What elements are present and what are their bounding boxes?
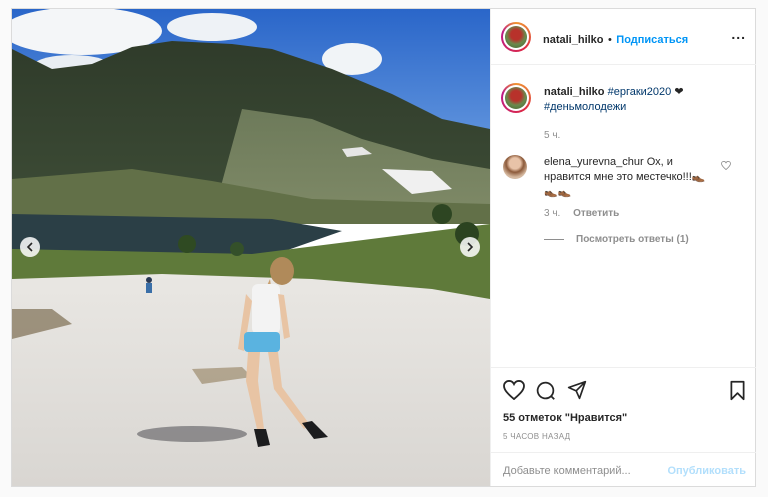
post-timestamp[interactable]: 5 ЧАСОВ НАЗАД	[503, 432, 570, 441]
action-icons	[503, 380, 748, 404]
hashtag-link[interactable]: #ергаки2020	[608, 86, 672, 98]
hashtag-link[interactable]: #деньмолодежи	[544, 101, 626, 113]
chevron-right-icon	[467, 242, 474, 252]
follow-button[interactable]: Подписаться	[616, 34, 688, 46]
post-card: natali_hilko • Подписаться ... natali_hi…	[11, 8, 756, 487]
caption-time[interactable]: 5 ч.	[544, 128, 744, 143]
more-options-button[interactable]: ...	[731, 26, 746, 42]
view-replies-label: Посмотреть ответы (1)	[576, 234, 689, 245]
caption-author[interactable]: natali_hilko	[544, 86, 605, 98]
comment: elena_yurevna_chur Ох, и нравится мне эт…	[544, 155, 716, 200]
post-sidebar: natali_hilko • Подписаться ... natali_hi…	[490, 9, 756, 486]
comment-author[interactable]: elena_yurevna_chur	[544, 156, 644, 168]
author-avatar[interactable]	[501, 22, 531, 52]
mountain-lake-snow-photo	[12, 9, 490, 486]
next-photo-button[interactable]	[460, 237, 480, 257]
publish-button[interactable]: Опубликовать	[667, 465, 746, 477]
comment-icon[interactable]	[535, 380, 556, 401]
comment-meta: 3 ч. Ответить	[544, 208, 619, 219]
replies-divider	[544, 239, 564, 240]
header-line: natali_hilko • Подписаться	[543, 30, 688, 48]
author-username[interactable]: natali_hilko	[543, 34, 604, 46]
bookmark-icon[interactable]	[729, 380, 746, 401]
post-header: natali_hilko • Подписаться ...	[491, 9, 756, 65]
comment-time[interactable]: 3 ч.	[544, 208, 560, 219]
heart-emoji: ❤	[674, 86, 684, 98]
chevron-left-icon	[26, 242, 33, 252]
prev-photo-button[interactable]	[20, 237, 40, 257]
post-caption: natali_hilko #ергаки2020 ❤ #деньмолодежи…	[544, 85, 744, 143]
likes-count[interactable]: 55 отметок "Нравится"	[503, 412, 627, 424]
more-icon: ...	[731, 26, 746, 42]
commenter-avatar[interactable]	[503, 155, 527, 179]
caption-author-avatar[interactable]	[501, 83, 531, 113]
view-replies-button[interactable]: Посмотреть ответы (1)	[544, 234, 689, 245]
comment-input[interactable]: Добавьте комментарий...	[503, 465, 631, 477]
post-actions: 55 отметок "Нравится" 5 ЧАСОВ НАЗАД Доба…	[491, 367, 756, 487]
hiker-figure	[146, 277, 152, 293]
separator-dot: •	[607, 34, 612, 46]
share-icon[interactable]	[567, 380, 587, 400]
add-comment-bar: Добавьте комментарий... Опубликовать	[491, 452, 756, 488]
like-comment-icon[interactable]	[721, 161, 731, 170]
post-photo[interactable]	[12, 9, 490, 486]
heart-icon[interactable]	[503, 380, 525, 400]
reply-button[interactable]: Ответить	[573, 208, 619, 219]
